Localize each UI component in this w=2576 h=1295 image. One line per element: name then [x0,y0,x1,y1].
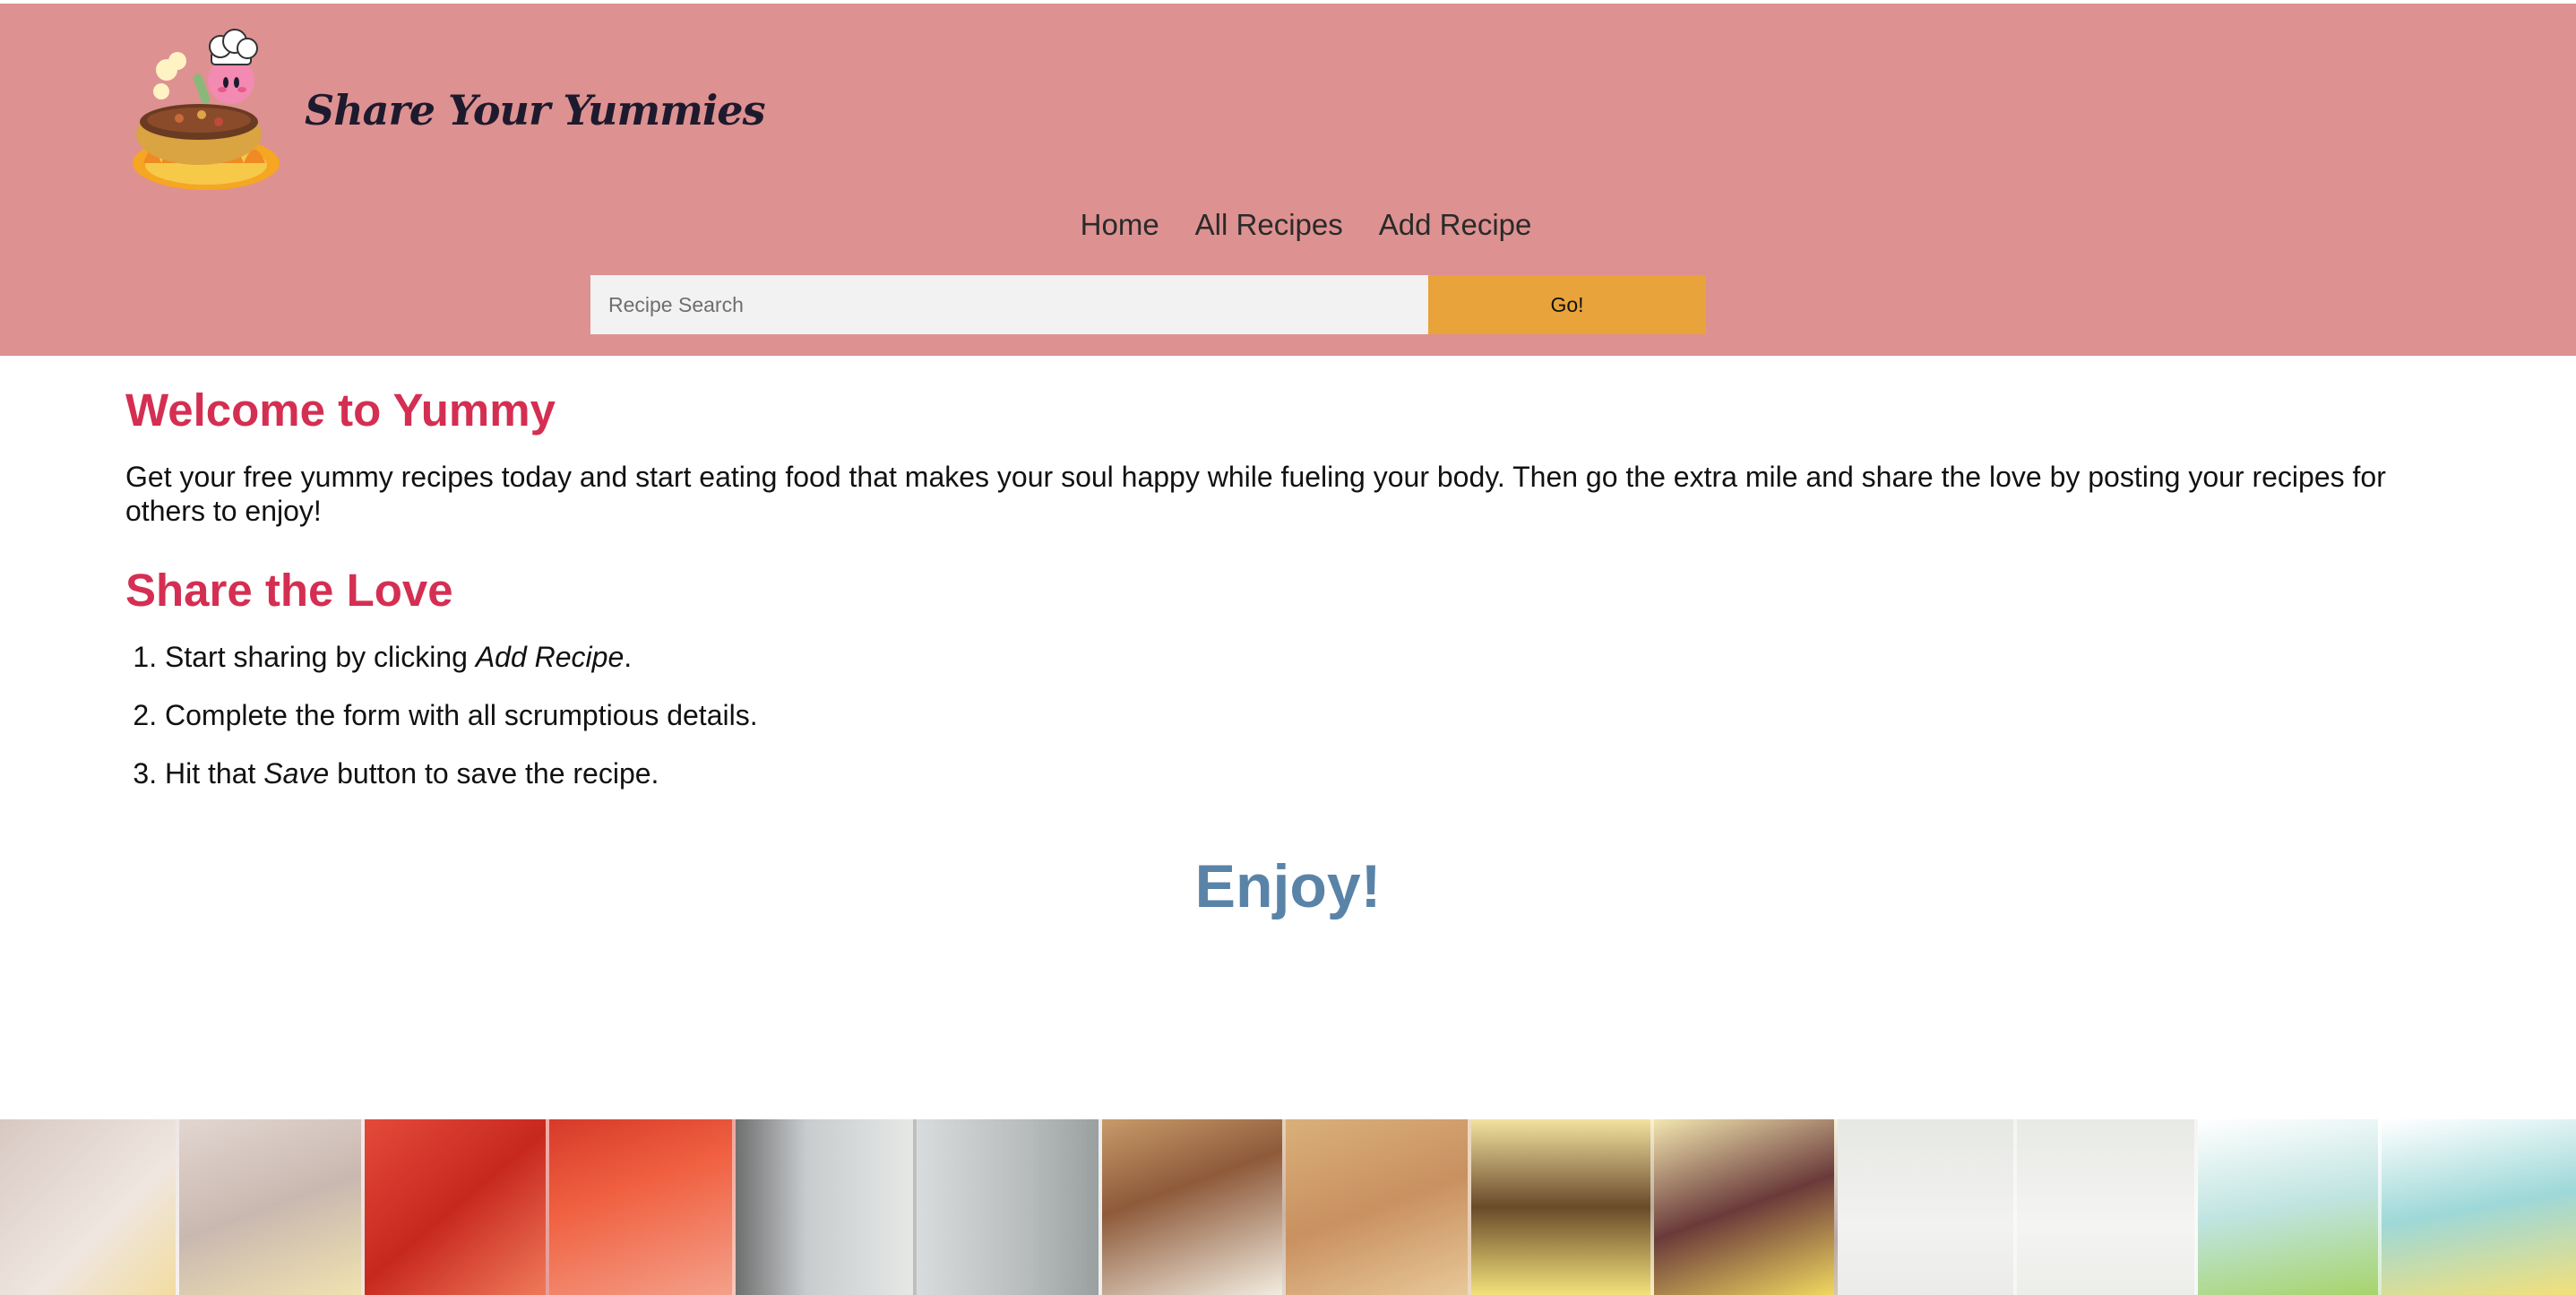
food-photo-tile [2198,1119,2382,1295]
food-photo-tile [1654,1119,1838,1295]
food-photo-tile [917,1119,1102,1295]
recipe-search-input[interactable] [590,275,1428,334]
food-photo-tile [2382,1119,2576,1295]
main-nav: Home All Recipes Add Recipe [0,208,2576,242]
food-photo-tile [549,1119,736,1295]
steps-list: Start sharing by clicking Add Recipe. Co… [125,640,2455,790]
welcome-title: Welcome to Yummy [125,384,556,436]
share-title: Share the Love [125,565,453,616]
food-photo-tile [1838,1119,2017,1295]
nav-add-recipe-link[interactable]: Add Recipe [1379,208,1532,242]
nav-home-link[interactable]: Home [1081,208,1159,242]
site-header: Share Your Yummies Home All Recipes Add … [0,4,2576,356]
step-item: Complete the form with all scrumptious d… [165,698,2455,732]
food-photo-strip [0,1119,2576,1295]
recipe-search-form: Go! [590,275,1706,334]
search-go-button[interactable]: Go! [1428,275,1706,334]
food-photo-tile [0,1119,179,1295]
food-photo-tile [1286,1119,1471,1295]
food-photo-tile [2017,1119,2198,1295]
food-photo-tile [1102,1119,1286,1295]
food-photo-tile [179,1119,365,1295]
nav-all-recipes-link[interactable]: All Recipes [1195,208,1343,242]
intro-text: Get your free yummy recipes today and st… [125,461,2386,527]
food-photo-tile [736,1119,917,1295]
step-item: Start sharing by clicking Add Recipe. [165,640,2455,674]
enjoy-heading: Enjoy! [1194,852,1382,920]
step-item: Hit that Save button to save the recipe. [165,756,2455,790]
food-photo-tile [1471,1119,1654,1295]
food-photo-tile [365,1119,549,1295]
chef-pot-logo-icon[interactable] [125,29,287,192]
brand-name[interactable]: Share Your Yummies [305,86,765,134]
page: Share Your Yummies Home All Recipes Add … [0,0,2576,1295]
main-content: Welcome to Yummy Get your free yummy rec… [125,384,2455,815]
